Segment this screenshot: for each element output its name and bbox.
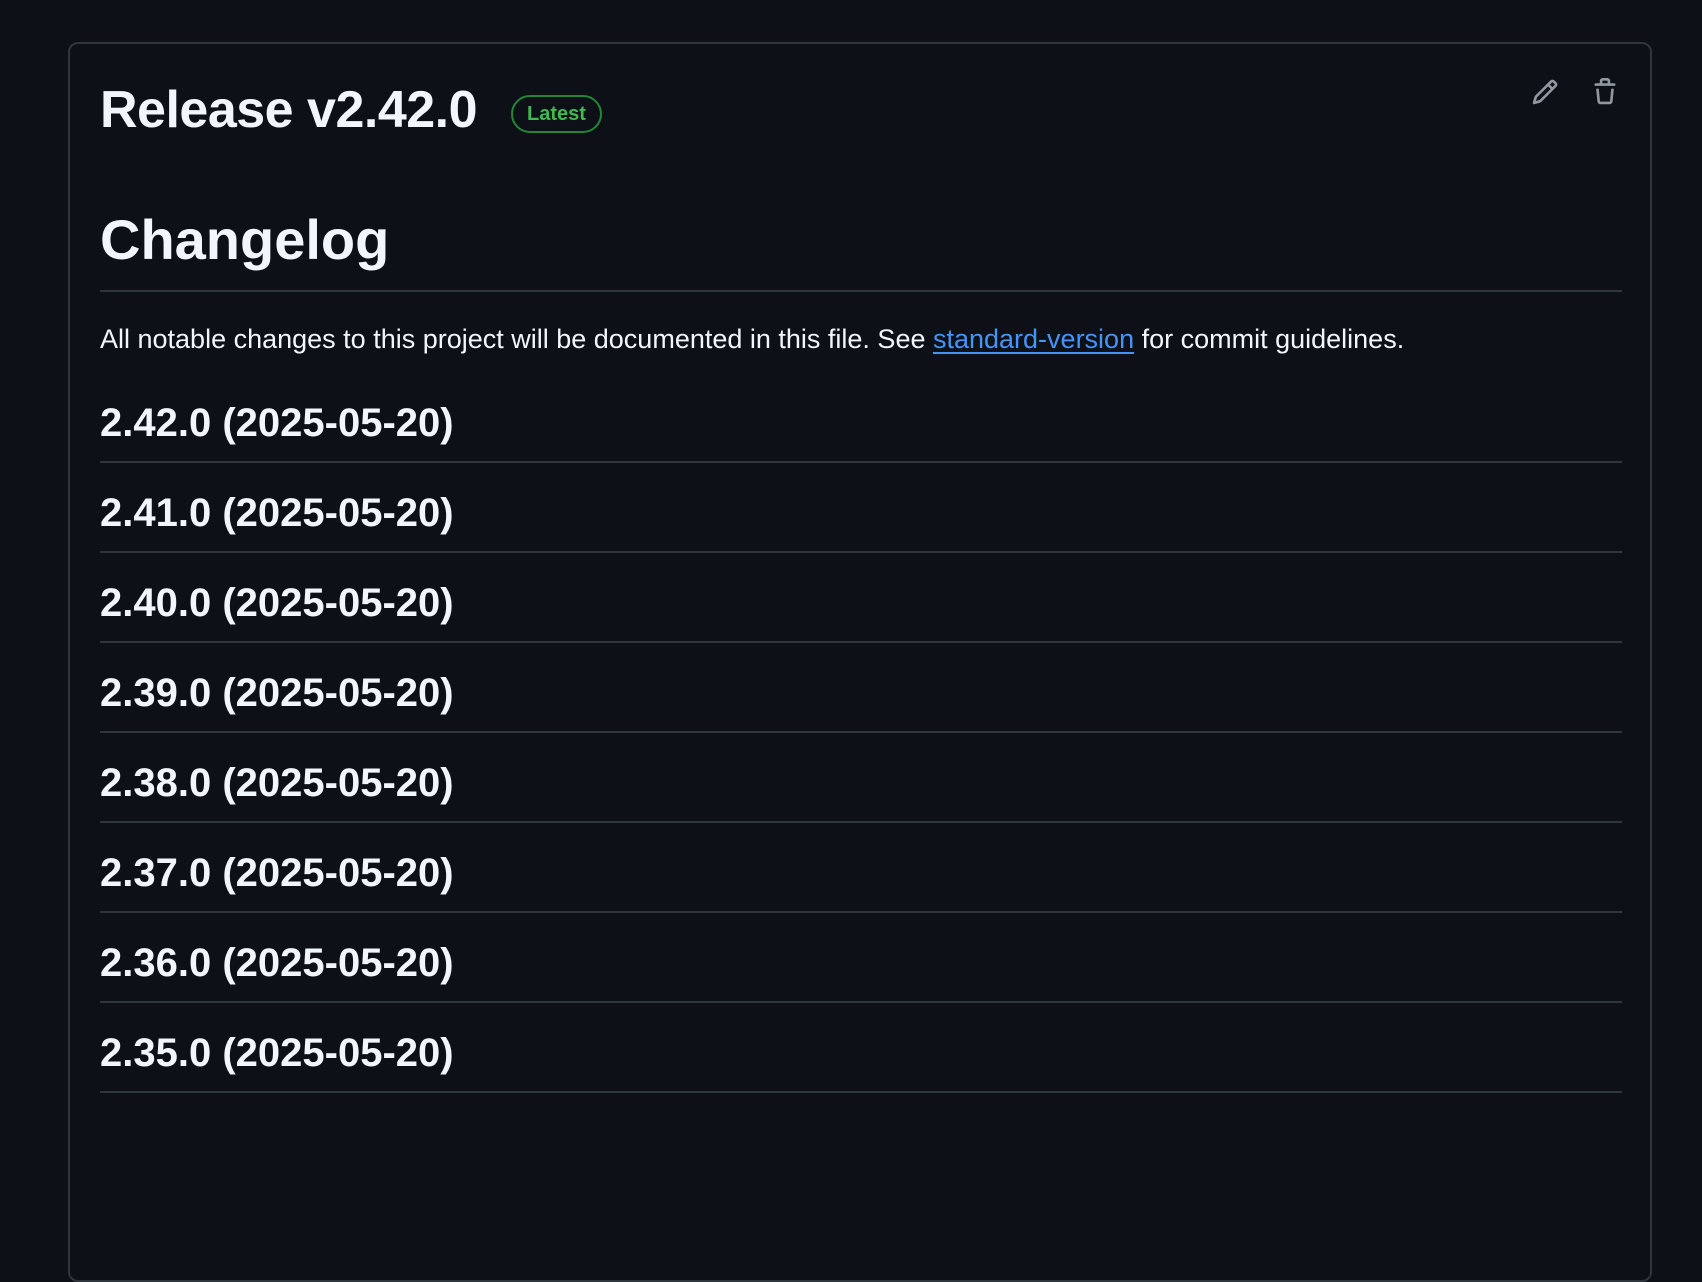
release-actions xyxy=(1530,76,1620,108)
changelog-intro: All notable changes to this project will… xyxy=(100,326,1622,353)
version-heading: 2.35.0 (2025-05-20) xyxy=(100,1003,1622,1093)
delete-button[interactable] xyxy=(1590,76,1620,108)
release-title[interactable]: Release v2.42.0 xyxy=(100,84,478,136)
version-heading: 2.36.0 (2025-05-20) xyxy=(100,913,1622,1003)
release-body: Changelog All notable changes to this pr… xyxy=(100,212,1622,1093)
trash-icon xyxy=(1594,78,1616,105)
release-header: Release v2.42.0 Latest xyxy=(100,84,602,136)
latest-badge: Latest xyxy=(511,95,602,133)
version-heading: 2.40.0 (2025-05-20) xyxy=(100,553,1622,643)
edit-button[interactable] xyxy=(1530,76,1560,108)
version-heading: 2.42.0 (2025-05-20) xyxy=(100,353,1622,463)
pencil-icon xyxy=(1532,79,1558,105)
standard-version-link[interactable]: standard-version xyxy=(933,324,1134,354)
changelog-heading: Changelog xyxy=(100,212,1622,292)
release-card: Release v2.42.0 Latest Changelog All not… xyxy=(68,42,1652,1282)
version-heading: 2.39.0 (2025-05-20) xyxy=(100,643,1622,733)
intro-text-before: All notable changes to this project will… xyxy=(100,324,933,354)
version-heading: 2.41.0 (2025-05-20) xyxy=(100,463,1622,553)
intro-text-after: for commit guidelines. xyxy=(1134,324,1405,354)
version-heading: 2.38.0 (2025-05-20) xyxy=(100,733,1622,823)
version-heading: 2.37.0 (2025-05-20) xyxy=(100,823,1622,913)
